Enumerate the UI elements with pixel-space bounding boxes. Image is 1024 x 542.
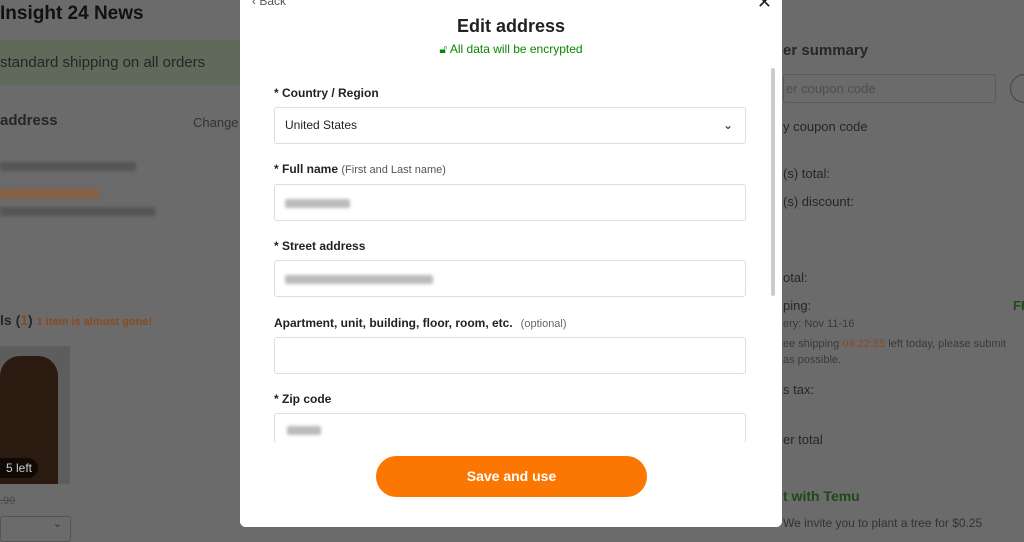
save-and-use-button[interactable]: Save and use <box>376 456 647 497</box>
lock-icon: 🔓︎ <box>439 42 450 56</box>
watermark: Insight 24 News <box>0 3 144 24</box>
back-button[interactable]: ‹ Back <box>252 0 286 8</box>
product-image[interactable] <box>0 346 70 484</box>
coupon-input[interactable]: er coupon code <box>783 74 996 103</box>
fullname-label: * Full name (First and Last name) <box>274 162 446 176</box>
quantity-select[interactable]: ⌄ <box>0 516 71 542</box>
change-link[interactable]: Change <box>193 115 239 130</box>
scrollbar[interactable] <box>771 68 775 296</box>
zip-label: * Zip code <box>274 392 332 406</box>
back-label: Back <box>259 0 287 8</box>
street-input[interactable] <box>274 260 746 297</box>
apartment-input[interactable] <box>274 337 746 374</box>
fullname-input[interactable] <box>274 184 746 221</box>
close-icon[interactable]: ✕ <box>757 0 772 13</box>
street-label: * Street address <box>274 239 366 253</box>
encrypted-note: All data will be encrypted <box>449 42 583 56</box>
apartment-label: Apartment, unit, building, floor, room, … <box>274 316 567 330</box>
chevron-down-icon: ⌄ <box>722 118 733 132</box>
apply-coupon-link[interactable]: y coupon code <box>783 119 868 134</box>
country-select[interactable]: United States ⌄ <box>274 107 746 144</box>
modal-title: Edit address <box>456 16 566 36</box>
country-value: United States <box>285 118 358 132</box>
country-label: * Country / Region <box>274 86 379 100</box>
edit-address-modal: ‹ Back ✕ Edit address 🔓︎ All data will b… <box>240 0 782 527</box>
zip-input[interactable] <box>274 413 746 443</box>
